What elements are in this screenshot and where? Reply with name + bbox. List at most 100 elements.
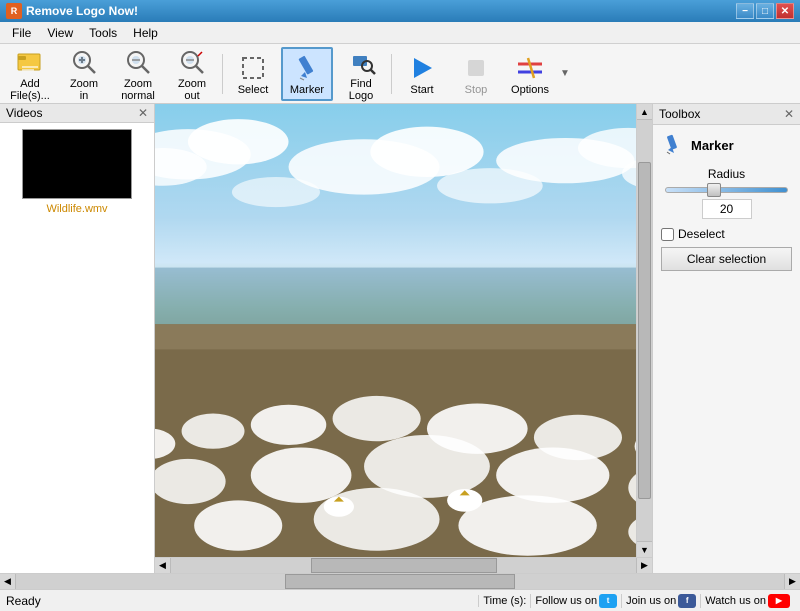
toolbar-dropdown-arrow[interactable]: ▼ [560,68,570,79]
vscroll-track[interactable] [637,120,652,541]
deselect-label[interactable]: Deselect [678,227,725,241]
status-bar: Ready Time (s): Follow us on t Join us o… [0,589,800,611]
stop-label: Stop [465,84,488,96]
zoom-out-button[interactable]: Zoom out [166,47,218,101]
zoom-out-label: Zoom [178,78,206,90]
minimize-button[interactable]: − [736,3,754,19]
find-logo-button[interactable]: Find Logo [335,47,387,101]
start-button[interactable]: Start [396,47,448,101]
videos-header: Videos ✕ [0,104,154,123]
stop-icon [460,52,492,84]
radius-value-display: 20 [702,199,752,219]
status-watch-text: Watch us on [705,595,766,607]
options-button[interactable]: Options [504,47,556,101]
vertical-scrollbar[interactable]: ▲ ▼ [636,104,652,557]
deselect-checkbox-row[interactable]: Deselect [661,227,792,241]
status-join-text: Join us on [626,595,676,607]
toolbox-tool-name: Marker [691,138,734,153]
title-bar: R Remove Logo Now! − □ ✕ [0,0,800,22]
zoom-normal-button[interactable]: Zoom normal [112,47,164,101]
menu-view[interactable]: View [39,24,81,42]
select-label: Select [238,84,269,96]
zoom-out-icon [176,46,208,78]
zoom-normal-sublabel: normal [121,90,155,102]
maximize-button[interactable]: □ [756,3,774,19]
options-icon [514,52,546,84]
zoom-in-label: Zoom [70,78,98,90]
hscroll-left-arrow[interactable]: ◀ [155,558,171,573]
main-hscroll-thumb[interactable] [285,574,515,589]
toolbox-tool-title: Marker [661,133,792,157]
add-files-button[interactable]: Add File(s)... [4,47,56,101]
hscroll-thumb[interactable] [311,558,497,573]
toolbar-separator-1 [222,54,223,94]
clear-selection-button[interactable]: Clear selection [661,247,792,271]
find-logo-label2: Logo [349,90,373,102]
zoom-in-sublabel: in [80,90,89,102]
select-button[interactable]: Select [227,47,279,101]
zoom-in-button[interactable]: Zoom in [58,47,110,101]
select-icon [237,52,269,84]
status-join-section: Join us on f [621,594,700,608]
add-files-icon [14,46,46,78]
main-hscrollbar[interactable]: ◀ ▶ [0,573,800,589]
find-logo-label1: Find [350,78,371,90]
video-thumbnail [22,129,132,199]
status-right: Time (s): Follow us on t Join us on f Wa… [478,594,794,608]
stop-button[interactable]: Stop [450,47,502,101]
video-filename: Wildlife.wmv [46,203,107,215]
videos-panel: Videos ✕ Wildlife.wmv [0,104,155,573]
toolbar: Add File(s)... Zoom in Zoom nor [0,44,800,104]
toolbox-panel: Toolbox ✕ Marker Radius [652,104,800,573]
video-item[interactable]: Wildlife.wmv [0,123,154,221]
zoom-out-sublabel: out [184,90,199,102]
marker-label: Marker [290,84,324,96]
main-hscroll-track[interactable] [16,574,784,589]
horizontal-scrollbar[interactable]: ◀ ▶ [155,557,652,573]
add-files-label: Add [20,78,40,90]
toolbox-title: Toolbox [659,107,700,121]
radius-slider-track[interactable] [665,187,788,193]
hscroll-right-arrow[interactable]: ▶ [636,558,652,573]
close-button[interactable]: ✕ [776,3,794,19]
menu-file[interactable]: File [4,24,39,42]
options-label: Options [511,84,549,96]
vscroll-thumb[interactable] [638,162,651,499]
title-bar-title: Remove Logo Now! [26,4,138,18]
menu-help[interactable]: Help [125,24,166,42]
toolbox-radius-field: Radius 20 [661,167,792,219]
wildlife-image-display [155,104,636,557]
add-files-sublabel: File(s)... [10,90,50,102]
videos-title: Videos [6,106,42,120]
vscroll-up-arrow[interactable]: ▲ [637,104,652,120]
radius-slider-container[interactable] [661,187,792,193]
zoom-normal-icon [122,46,154,78]
radius-slider-thumb[interactable] [707,183,721,197]
deselect-checkbox[interactable] [661,228,674,241]
main-hscroll-right[interactable]: ▶ [784,574,800,589]
zoom-normal-label: Zoom [124,78,152,90]
toolbar-separator-2 [391,54,392,94]
status-time-section: Time (s): [478,595,530,607]
image-center: ▲ ▼ ◀ ▶ [155,104,652,573]
videos-close-button[interactable]: ✕ [138,106,148,120]
vscroll-down-arrow[interactable]: ▼ [637,541,652,557]
youtube-icon[interactable]: ▶ [768,594,790,608]
zoom-in-icon [68,46,100,78]
toolbox-header: Toolbox ✕ [653,104,800,125]
main-hscroll-left[interactable]: ◀ [0,574,16,589]
start-icon [406,52,438,84]
marker-button[interactable]: Marker [281,47,333,101]
find-logo-icon [345,46,377,78]
facebook-icon[interactable]: f [678,594,696,608]
toolbox-close-button[interactable]: ✕ [784,107,794,121]
image-canvas[interactable] [155,104,636,557]
menu-tools[interactable]: Tools [81,24,125,42]
status-ready-text: Ready [6,594,478,608]
marker-icon [291,52,323,84]
twitter-icon[interactable]: t [599,594,617,608]
title-bar-controls[interactable]: − □ ✕ [736,3,794,19]
image-and-vscroll: ▲ ▼ [155,104,652,557]
hscroll-track[interactable] [171,558,636,573]
image-row: ▲ ▼ ◀ ▶ Toolbox ✕ [155,104,800,573]
